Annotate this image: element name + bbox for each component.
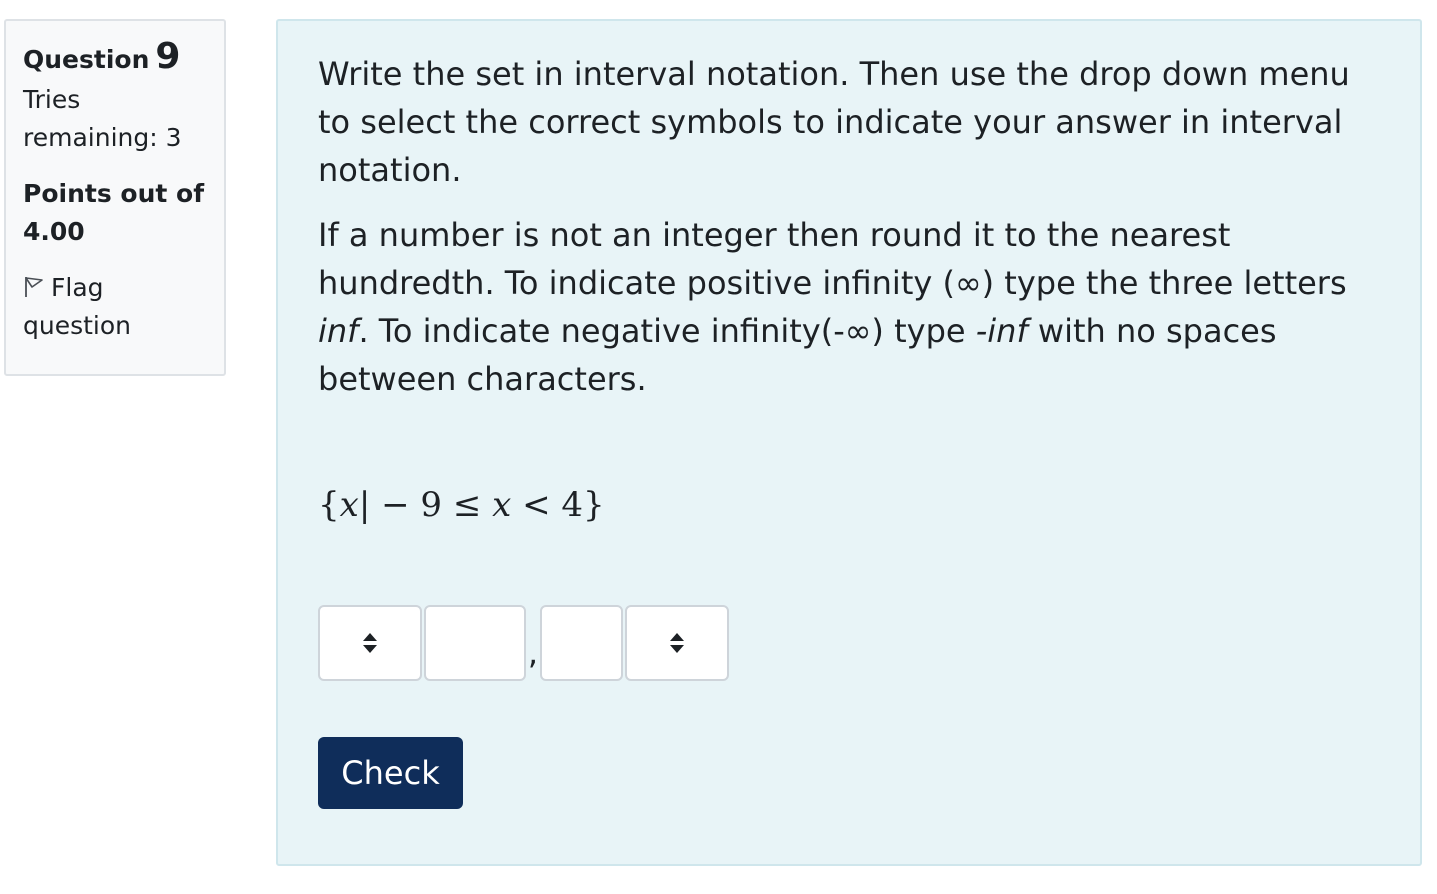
check-button[interactable]: Check (318, 737, 463, 809)
question-formulation: Write the set in interval notation. Then… (276, 19, 1422, 866)
interval-answer-row: , (318, 605, 729, 681)
set-builder-expression: {x| − 9 ≤ x < 4} (318, 481, 1380, 529)
flag-icon (25, 277, 43, 297)
question-info-panel: Question 9 Tries remaining: 3 Points out … (4, 19, 226, 376)
interval-comma: , (527, 634, 539, 672)
tries-remaining: Tries remaining: 3 (23, 85, 182, 152)
right-bracket-select[interactable] (625, 605, 729, 681)
points-out-of: Points out of 4.00 (23, 179, 205, 246)
math-open-brace: { (318, 485, 340, 525)
sort-arrows-icon (363, 633, 377, 653)
flag-question-link[interactable]: Flag question (23, 269, 208, 345)
upper-bound-input[interactable] (540, 605, 623, 681)
question-label: Question (23, 45, 150, 74)
math-variable-x: x (339, 485, 359, 525)
question-text: Write the set in interval notation. Then… (318, 50, 1380, 403)
left-bracket-select[interactable] (318, 605, 422, 681)
question-number-heading: Question 9 (23, 37, 208, 81)
sort-arrows-icon (670, 633, 684, 653)
infinity-instructions-paragraph: If a number is not an integer then round… (318, 211, 1380, 403)
neg-inf-emphasis: -inf (975, 312, 1028, 350)
inf-emphasis: inf (318, 312, 359, 350)
question-number: 9 (155, 36, 181, 77)
lower-bound-input[interactable] (424, 605, 526, 681)
math-condition: | − 9 ≤ (358, 485, 493, 525)
infinity-text-2: . To indicate negative infinity(-∞) type (358, 312, 976, 350)
infinity-text-1: If a number is not an integer then round… (318, 216, 1347, 302)
math-variable-x-2: x (492, 485, 512, 525)
math-upper-condition: < 4} (511, 485, 605, 525)
instructions-paragraph: Write the set in interval notation. Then… (318, 55, 1350, 189)
